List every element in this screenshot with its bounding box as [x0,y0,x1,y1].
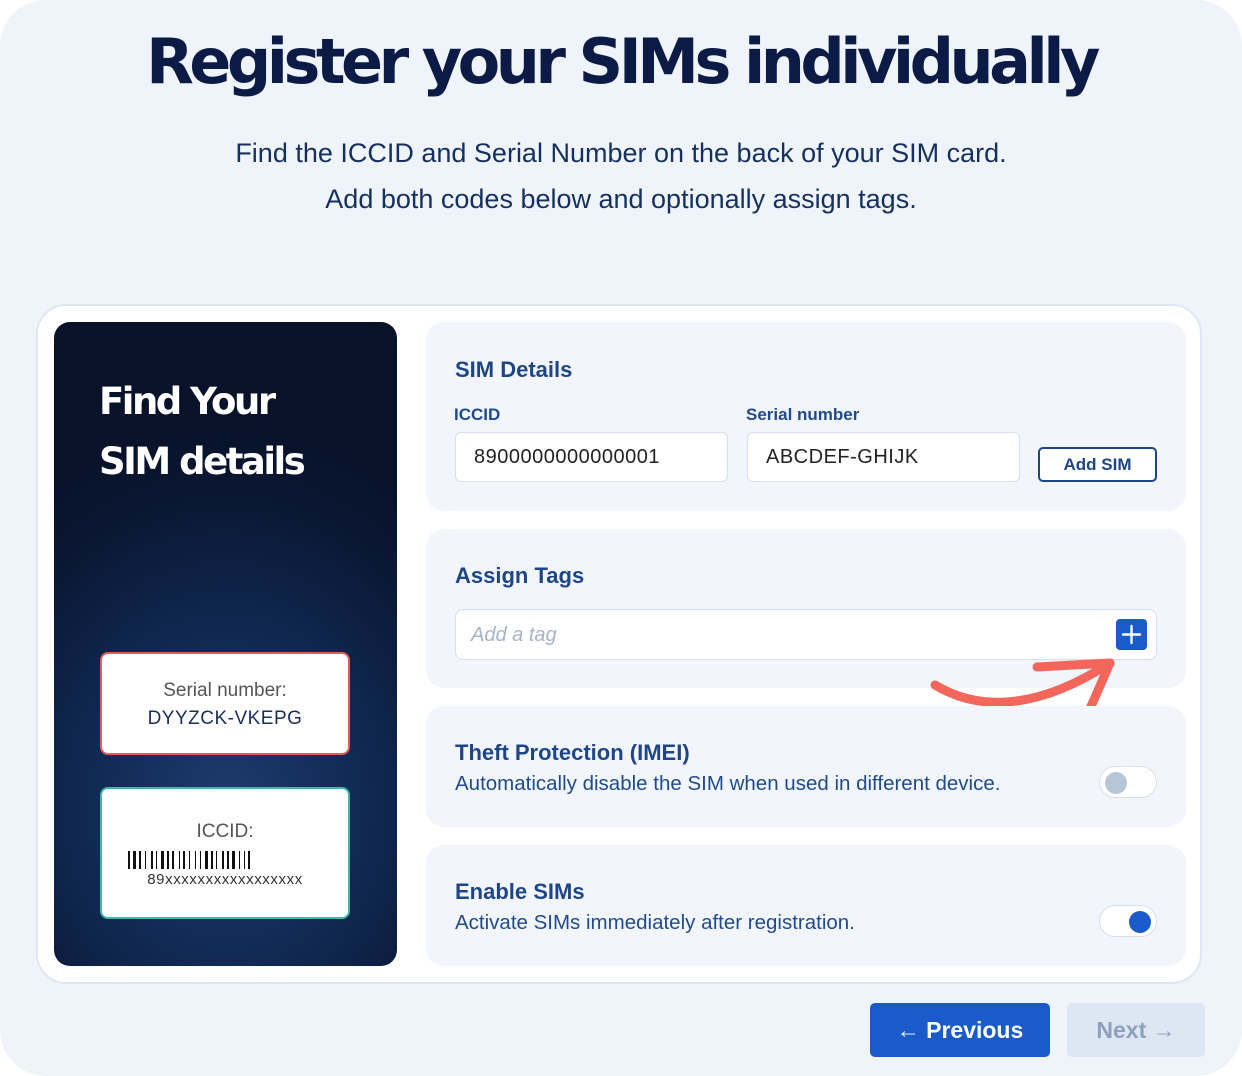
iccid-example-card: ICCID: 89xxxxxxxxxxxxxxxxx [100,787,350,919]
enable-sims-toggle[interactable] [1099,905,1157,937]
page-subtitle: Find the ICCID and Serial Number on the … [0,130,1242,222]
add-sim-button[interactable]: Add SIM [1038,447,1157,482]
theft-protection-toggle[interactable] [1099,766,1157,798]
app-frame: Register your SIMs individually Find the… [0,0,1242,1076]
next-button[interactable]: Next → [1067,1003,1205,1057]
theft-protection-description: Automatically disable the SIM when used … [455,772,1001,795]
toggle-knob [1129,911,1151,933]
serial-number-example-card: Serial number: DYYZCK-VKEPG [100,652,350,755]
illustration-heading-line-2: SIM details [99,440,306,483]
theft-protection-title: Theft Protection (IMEI) [455,740,690,765]
previous-button[interactable]: ← Previous [870,1003,1050,1057]
iccid-field-label: ICCID [454,405,501,424]
enable-sims-title: Enable SIMs [455,879,585,904]
iccid-example-label: ICCID: [196,821,254,842]
subtitle-line-1: Find the ICCID and Serial Number on the … [235,138,1007,168]
serial-number-input[interactable]: ABCDEF-GHIJK [747,432,1020,482]
iccid-input[interactable]: 8900000000000001 [455,432,728,482]
illustration-heading-line-1: Find Your [99,380,276,423]
barcode-icon [128,851,250,869]
toggle-knob [1105,772,1127,794]
serial-example-label: Serial number: [163,680,287,701]
page-title: Register your SIMs individually [146,25,1100,98]
enable-sims-description: Activate SIMs immediately after registra… [455,911,855,934]
illustration-heading: Find Your SIM details [99,372,306,492]
iccid-example-value: 89xxxxxxxxxxxxxxxxx [147,871,303,888]
serial-example-value: DYYZCK-VKEPG [147,708,303,729]
theft-protection-panel: Theft Protection (IMEI) Automatically di… [426,706,1186,827]
subtitle-line-2: Add both codes below and optionally assi… [325,184,917,214]
serial-field-label: Serial number [746,405,860,424]
assign-tags-title: Assign Tags [455,563,585,588]
sim-details-title: SIM Details [455,357,573,382]
enable-sims-panel: Enable SIMs Activate SIMs immediately af… [426,845,1186,966]
